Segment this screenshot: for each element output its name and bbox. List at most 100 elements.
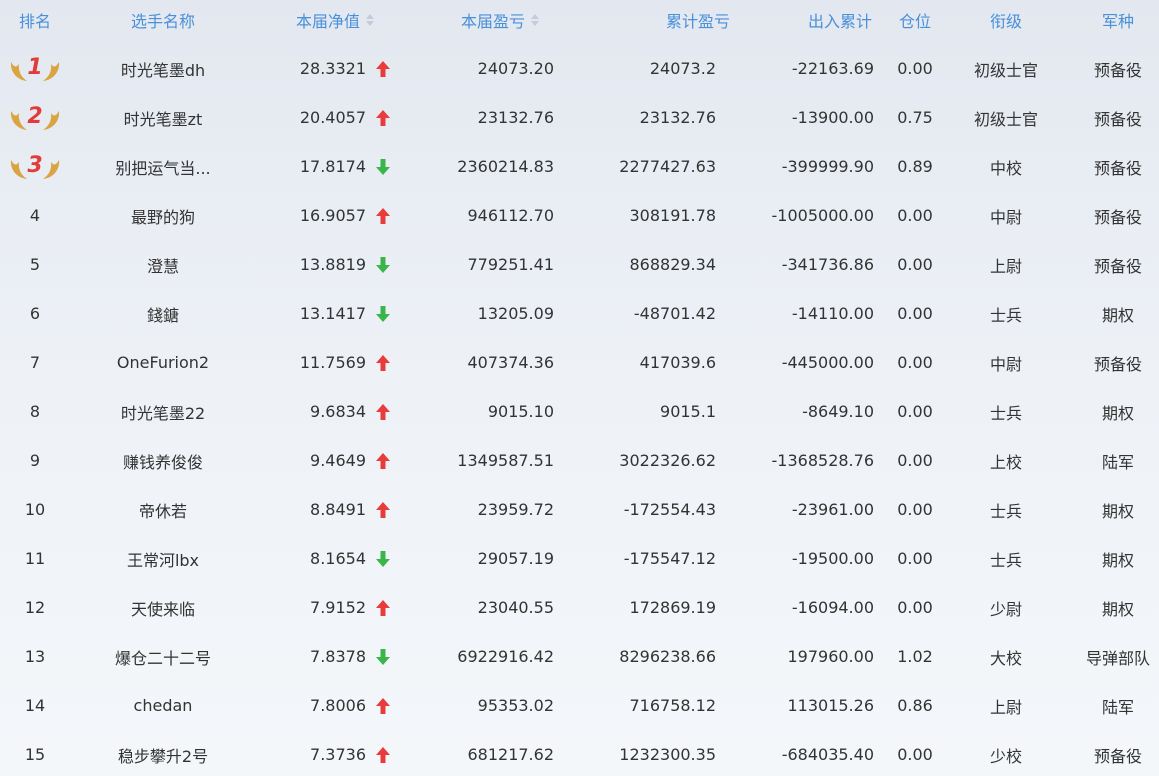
table-row[interactable]: 6 錢鎕 13.1417 13205.09 -48701.42 -14110.00 0.00…	[0, 289, 1159, 338]
nav-value: 13.8819	[299, 255, 366, 274]
player-name[interactable]: 最野的狗	[93, 191, 233, 240]
player-name[interactable]: 錢鎕	[93, 289, 233, 338]
service-branch: 预备役	[1093, 207, 1142, 227]
player-name[interactable]: 时光笔墨dh	[93, 44, 233, 93]
header-nav[interactable]: 本届净值	[280, 0, 390, 40]
nav-value: 13.1417	[299, 304, 366, 323]
position-value: 0.00	[897, 353, 933, 372]
cumulative-pnl-value: 172869.19	[629, 598, 716, 617]
nav-value: 7.8378	[310, 647, 366, 666]
service-branch: 预备役	[1093, 354, 1142, 374]
pnl-value: 23959.72	[477, 500, 554, 519]
service-branch: 期权	[1101, 501, 1134, 521]
player-name[interactable]: 时光笔墨22	[93, 387, 233, 436]
rank-cell: 9	[29, 451, 41, 470]
rank-number: 3	[27, 152, 43, 178]
arrow-up-icon	[372, 387, 394, 436]
pnl-value: 2360214.83	[457, 157, 554, 176]
table-row[interactable]: 11 王常河lbx 8.1654 29057.19 -175547.12 -19500.0…	[0, 534, 1159, 583]
player-name[interactable]: 王常河lbx	[93, 534, 233, 583]
player-name[interactable]: 稳步攀升2号	[93, 730, 233, 776]
pnl-value: 946112.70	[467, 206, 554, 225]
table-row[interactable]: 4 最野的狗 16.9057 946112.70 308191.78 -1005000.0…	[0, 191, 1159, 240]
table-row[interactable]: 7 OneFurion2 11.7569 407374.36 417039.6 -4450…	[0, 338, 1159, 387]
cash-flow-value: -684035.40	[781, 745, 874, 764]
position-value: 0.00	[897, 304, 933, 323]
rank-title: 中尉	[989, 207, 1022, 227]
player-name[interactable]: 爆仓二十二号	[93, 632, 233, 681]
player-name[interactable]: chedan	[93, 681, 233, 730]
table-row[interactable]: 13 爆仓二十二号 7.8378 6922916.42 8296238.66 197960…	[0, 632, 1159, 681]
header-position[interactable]: 仓位	[888, 0, 942, 40]
cash-flow-value: -1005000.00	[771, 206, 874, 225]
rank-title: 士兵	[989, 550, 1022, 570]
table-row[interactable]: 10 帝休若 8.8491 23959.72 -172554.43 -23961.00 0.…	[0, 485, 1159, 534]
rank-cell: 10	[24, 500, 46, 519]
nav-value: 7.9152	[310, 598, 366, 617]
pnl-value: 13205.09	[477, 304, 554, 323]
header-title[interactable]: 衔级	[960, 0, 1052, 40]
player-name[interactable]: 赚钱养俊俊	[93, 436, 233, 485]
service-branch: 预备役	[1093, 109, 1142, 129]
player-name[interactable]: 天使来临	[93, 583, 233, 632]
sort-icon[interactable]	[531, 13, 539, 27]
cash-flow-value: -22163.69	[791, 59, 874, 78]
service-branch: 预备役	[1093, 158, 1142, 178]
table-row[interactable]: 9 赚钱养俊俊 9.4649 1349587.51 3022326.62 -1368528…	[0, 436, 1159, 485]
table-row[interactable]: 8 时光笔墨22 9.6834 9015.10 9015.1 -8649.10 0.00 士兵…	[0, 387, 1159, 436]
table-row[interactable]: 14 chedan 7.8006 95353.02 716758.12 113015.26…	[0, 681, 1159, 730]
cumulative-pnl-value: -48701.42	[633, 304, 716, 323]
arrow-up-icon	[372, 730, 394, 776]
header-arm[interactable]: 军种	[1076, 0, 1159, 40]
sort-icon[interactable]	[366, 13, 374, 27]
player-name[interactable]: 澄慧	[93, 240, 233, 289]
table-row[interactable]: 12 天使来临 7.9152 23040.55 172869.19 -16094.00 0.…	[0, 583, 1159, 632]
nav-value: 28.3321	[299, 59, 366, 78]
rank-title: 士兵	[989, 305, 1022, 325]
header-rank[interactable]: 排名	[0, 0, 70, 40]
header-flow[interactable]: 出入累计	[760, 0, 872, 40]
rank-cell: 5	[29, 255, 41, 274]
arrow-up-icon	[372, 681, 394, 730]
player-name[interactable]: OneFurion2	[93, 338, 233, 387]
rank-title: 少校	[989, 746, 1022, 766]
player-name[interactable]: 帝休若	[93, 485, 233, 534]
rank-title: 上校	[989, 452, 1022, 472]
pnl-value: 23040.55	[477, 598, 554, 617]
table-row[interactable]: 15 稳步攀升2号 7.3736 681217.62 1232300.35 -684035…	[0, 730, 1159, 776]
table-row[interactable]: 2 时光笔墨zt 20.4057 23132.76 23132.76 -13900.00 0…	[0, 93, 1159, 142]
nav-value: 8.8491	[310, 500, 366, 519]
arrow-down-icon	[372, 142, 394, 191]
rank-cell: 8	[29, 402, 41, 421]
cumulative-pnl-value: 716758.12	[629, 696, 716, 715]
arrow-down-icon	[372, 534, 394, 583]
pnl-value: 1349587.51	[457, 451, 554, 470]
table-row[interactable]: 1 时光笔墨dh 28.3321 24073.20 24073.2 -22163.69 0.…	[0, 44, 1159, 93]
position-value: 0.89	[897, 157, 933, 176]
cumulative-pnl-value: -175547.12	[623, 549, 716, 568]
player-name[interactable]: 别把运气当...	[93, 142, 233, 191]
service-branch: 预备役	[1093, 256, 1142, 276]
player-name[interactable]: 时光笔墨zt	[93, 93, 233, 142]
cumulative-pnl-value: 9015.1	[660, 402, 716, 421]
header-cum[interactable]: 累计盈亏	[600, 0, 730, 40]
table-row[interactable]: 5 澄慧 13.8819 779251.41 868829.34 -341736.86 0.…	[0, 240, 1159, 289]
header-nav-label: 本届净值	[295, 12, 360, 31]
nav-value: 11.7569	[299, 353, 366, 372]
arrow-down-icon	[372, 240, 394, 289]
table-row[interactable]: 3 别把运气当... 17.8174 2360214.83 2277427.63 -399…	[0, 142, 1159, 191]
pnl-value: 681217.62	[467, 745, 554, 764]
header-pnl[interactable]: 本届盈亏	[440, 0, 560, 40]
arrow-up-icon	[372, 191, 394, 240]
service-branch: 期权	[1101, 305, 1134, 325]
pnl-value: 407374.36	[467, 353, 554, 372]
rank-title: 上尉	[989, 697, 1022, 717]
cumulative-pnl-value: 2277427.63	[619, 157, 716, 176]
cash-flow-value: -14110.00	[791, 304, 874, 323]
nav-value: 9.6834	[310, 402, 366, 421]
nav-value: 20.4057	[299, 108, 366, 127]
arrow-up-icon	[372, 338, 394, 387]
header-name[interactable]: 选手名称	[93, 0, 233, 40]
cumulative-pnl-value: 417039.6	[639, 353, 716, 372]
rank-title: 初级士官	[973, 109, 1038, 129]
